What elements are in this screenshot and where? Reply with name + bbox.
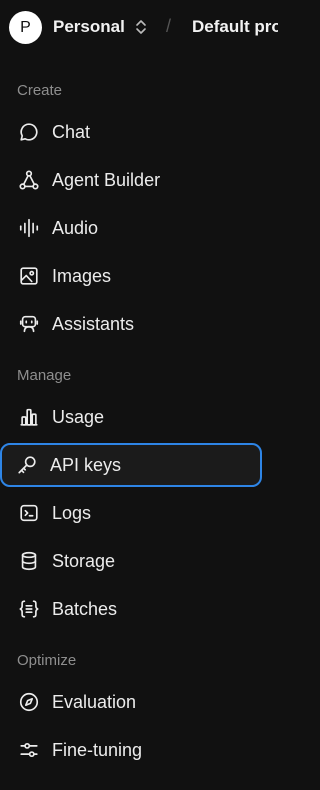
sidebar-item-chat[interactable]: Chat [0, 110, 262, 154]
chat-bubble-icon [17, 120, 41, 144]
sidebar-item-label: Evaluation [52, 691, 137, 712]
audio-waveform-icon [17, 216, 41, 240]
project-switcher[interactable]: Default pro [192, 17, 278, 37]
database-icon [17, 549, 41, 573]
sidebar-item-label: Images [52, 265, 112, 286]
sidebar-item-assistants[interactable]: Assistants [0, 302, 262, 346]
sidebar-item-label: Usage [52, 406, 105, 427]
sidebar-item-batches[interactable]: Batches [0, 587, 262, 631]
avatar[interactable]: P [9, 11, 42, 44]
sidebar-item-label: Fine-tuning [52, 739, 143, 760]
sidebar-item-label: Batches [52, 598, 118, 619]
key-icon [15, 453, 39, 477]
sidebar-item-label: Assistants [52, 313, 135, 334]
org-switcher[interactable]: Personal [53, 17, 125, 37]
sidebar-item-label: Logs [52, 502, 92, 523]
sidebar-item-evaluation[interactable]: Evaluation [0, 680, 262, 724]
sidebar-item-label: API keys [50, 454, 122, 475]
section-label-manage: Manage [17, 367, 72, 384]
sidebar-item-images[interactable]: Images [0, 254, 262, 298]
bar-chart-icon [17, 405, 41, 429]
sidebar-item-logs[interactable]: Logs [0, 491, 262, 535]
section-label-create: Create [17, 82, 63, 99]
sliders-icon [17, 738, 41, 762]
sidebar-item-agent-builder[interactable]: Agent Builder [0, 158, 262, 202]
section-label-optimize: Optimize [17, 652, 77, 669]
braces-list-icon [17, 597, 41, 621]
breadcrumb-separator: / [166, 16, 172, 36]
compass-icon [17, 690, 41, 714]
sidebar-item-label: Chat [52, 121, 91, 142]
sidebar-item-fine-tuning[interactable]: Fine-tuning [0, 728, 262, 772]
terminal-icon [17, 501, 41, 525]
sidebar-item-api-keys[interactable]: API keys [0, 443, 262, 487]
chevron-up-down-icon[interactable] [134, 17, 148, 37]
sidebar-item-label: Agent Builder [52, 169, 161, 190]
image-icon [17, 264, 41, 288]
sidebar-item-storage[interactable]: Storage [0, 539, 262, 583]
robot-icon [17, 312, 41, 336]
sidebar-item-label: Audio [52, 217, 99, 238]
sidebar-item-audio[interactable]: Audio [0, 206, 262, 250]
project-header: P Personal / Default pro [0, 0, 278, 56]
sidebar-item-usage[interactable]: Usage [0, 395, 262, 439]
sidebar-item-label: Storage [52, 550, 116, 571]
agent-nodes-icon [17, 168, 41, 192]
